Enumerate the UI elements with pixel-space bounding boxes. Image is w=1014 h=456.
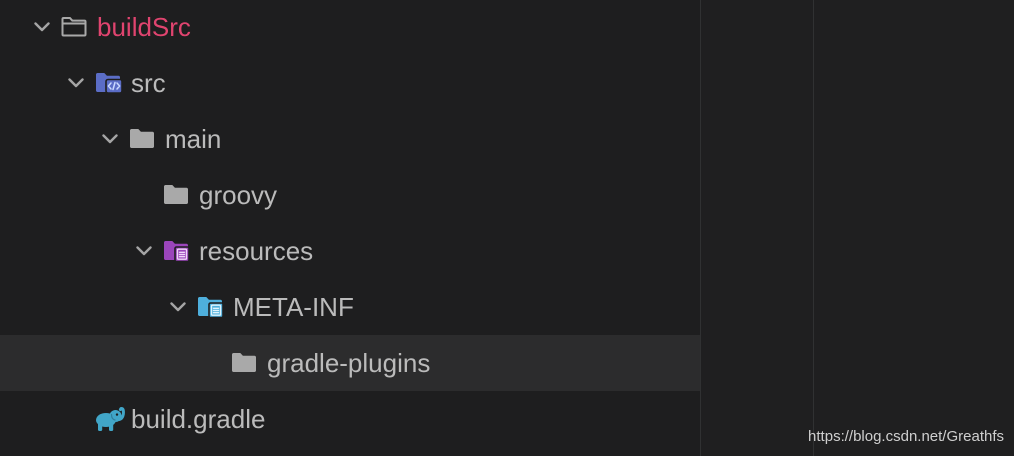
gradle-elephant-icon [96, 407, 125, 431]
tree-item-label: build.gradle [131, 404, 266, 434]
folder-icon [130, 129, 154, 148]
project-tree-panel: buildSrc src main groovy resources META-… [0, 0, 700, 456]
tree-row-gradle-plugins[interactable]: gradle-plugins [0, 335, 700, 391]
folder-icon [164, 185, 188, 204]
tree-row-groovy[interactable]: groovy [0, 167, 700, 223]
source-folder-icon [96, 73, 123, 94]
chevron-down-icon[interactable] [170, 302, 186, 312]
chevron-down-icon[interactable] [102, 134, 118, 144]
meta-inf-folder-icon [198, 297, 224, 318]
project-tree: buildSrc src main groovy resources META-… [0, 0, 700, 447]
tree-row-meta-inf[interactable]: META-INF [0, 279, 700, 335]
tree-row-build-gradle[interactable]: build.gradle [0, 391, 700, 447]
tree-row-src[interactable]: src [0, 55, 700, 111]
watermark-text: https://blog.csdn.net/Greathfs [808, 428, 1004, 445]
tree-item-label: groovy [199, 180, 278, 210]
tree-item-label: resources [199, 236, 314, 266]
tree-item-label: src [131, 68, 166, 98]
chevron-down-icon[interactable] [136, 246, 152, 256]
tree-row-resources[interactable]: resources [0, 223, 700, 279]
tree-row-main[interactable]: main [0, 111, 700, 167]
chevron-down-icon[interactable] [68, 78, 84, 88]
resources-folder-icon [164, 241, 190, 262]
chevron-down-icon[interactable] [34, 22, 50, 32]
right-margin-guide [813, 0, 814, 456]
tree-item-label: buildSrc [97, 12, 191, 42]
tree-item-label: gradle-plugins [267, 348, 431, 378]
tree-item-label: main [165, 124, 222, 154]
tree-row-buildsrc[interactable]: buildSrc [0, 0, 700, 55]
folder-outline-icon [61, 17, 87, 37]
folder-icon [232, 353, 256, 372]
tree-item-label: META-INF [233, 292, 354, 322]
editor-area[interactable] [701, 0, 1014, 456]
